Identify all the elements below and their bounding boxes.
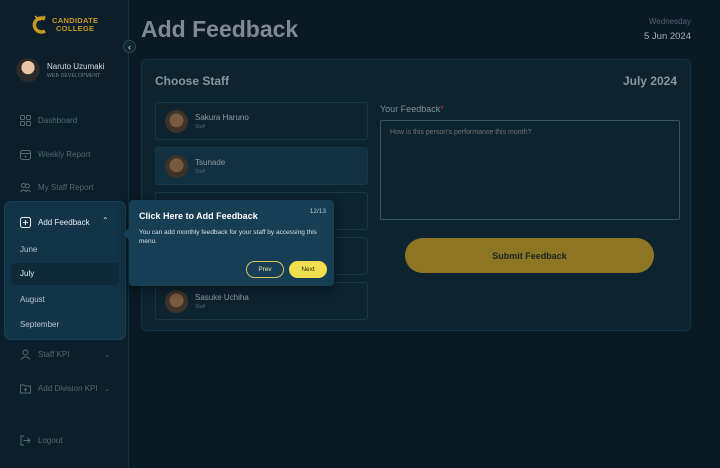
avatar [165, 289, 188, 313]
chevron-up-icon: ⌃ [102, 216, 109, 225]
calendar-icon [20, 149, 31, 160]
logout-icon [20, 435, 31, 446]
chevron-left-icon: ‹ [128, 41, 131, 52]
staff-name: Sakura Haruno [195, 112, 249, 122]
sidebar-item-staff-kpi[interactable]: Staff KPI ⌄ [20, 349, 110, 360]
sidebar-item-label: Staff KPI [38, 350, 70, 359]
logout-button[interactable]: Logout [20, 435, 62, 446]
users-icon [20, 182, 31, 193]
staff-role: Staff [195, 123, 206, 130]
collapse-sidebar-button[interactable]: ‹ [123, 40, 136, 53]
folder-plus-icon [20, 383, 31, 394]
avatar [165, 109, 188, 133]
avatar [165, 154, 188, 178]
sidebar-item-my-staff-report[interactable]: My Staff Report [20, 182, 93, 193]
staff-item-sakura[interactable]: Sakura Haruno Staff [155, 102, 368, 140]
sidebar-item-label: Weekly Report [38, 150, 91, 159]
feedback-textarea[interactable] [380, 120, 680, 220]
staff-role: Staff [195, 168, 206, 175]
chevron-down-icon: ⌄ [104, 351, 110, 359]
brand-logo[interactable]: CANDIDATE COLLEGE [32, 15, 98, 35]
sidebar-item-label: Dashboard [38, 116, 78, 125]
avatar [16, 58, 40, 82]
submenu-item-july[interactable]: July [11, 263, 119, 285]
tour-prev-button[interactable]: Prev [246, 261, 284, 278]
grid-icon [20, 115, 31, 126]
user-icon [20, 349, 31, 360]
current-day: Wednesday [648, 17, 691, 26]
sidebar-item-label: Add Division KPI [38, 384, 98, 393]
staff-item-tsunade[interactable]: Tsunade Staff [155, 147, 368, 185]
sidebar-item-add-feedback[interactable]: Add Feedback ⌃ [20, 216, 109, 228]
page-title: Add Feedback [141, 16, 299, 42]
feedback-label-text: Your Feedback [380, 104, 441, 114]
tour-tooltip: Click Here to Add Feedback 12/13 You can… [123, 200, 334, 286]
logout-label: Logout [38, 436, 63, 445]
user-profile[interactable]: Naruto Uzumaki WEB DEVELOPMENT [16, 58, 104, 82]
staff-name: Sasuke Uchiha [195, 292, 249, 302]
brand-name-line2: COLLEGE [55, 24, 95, 33]
submenu-item-june[interactable]: June [20, 245, 37, 254]
sidebar-item-label: My Staff Report [38, 183, 94, 192]
tour-arrow [123, 228, 129, 240]
feedback-card: Choose Staff July 2024 Sakura Haruno Sta… [141, 59, 691, 331]
choose-staff-title: Choose Staff [155, 74, 230, 88]
college-logo-icon [32, 15, 48, 35]
sidebar-item-weekly-report[interactable]: Weekly Report [20, 149, 90, 160]
add-feedback-submenu: Add Feedback ⌃ June July August Septembe… [5, 202, 125, 339]
profile-name: Naruto Uzumaki [47, 61, 105, 71]
submenu-item-september[interactable]: September [20, 320, 59, 329]
month-label: July 2024 [622, 74, 677, 88]
staff-item-sasuke[interactable]: Sasuke Uchiha Staff [155, 282, 368, 320]
tour-body: You can add monthly feedback for your st… [139, 229, 317, 245]
submenu-item-august[interactable]: August [20, 295, 45, 304]
sidebar-item-label: Add Feedback [38, 218, 90, 227]
tour-next-button[interactable]: Next [289, 261, 327, 278]
staff-role: Staff [195, 303, 206, 310]
profile-role: WEB DEVELOPMENT [47, 72, 101, 79]
staff-name: Tsunade [195, 157, 226, 167]
brand-name: CANDIDATE COLLEGE [52, 17, 98, 33]
submit-feedback-button[interactable]: Submit Feedback [405, 238, 654, 273]
feedback-label: Your Feedback* [380, 104, 444, 114]
tour-step-count: 12/13 [309, 208, 326, 215]
required-marker: * [440, 104, 444, 114]
tour-title: Click Here to Add Feedback [139, 211, 258, 221]
sidebar-item-dashboard[interactable]: Dashboard [20, 115, 77, 126]
current-date: 5 Jun 2024 [643, 31, 691, 42]
chevron-down-icon: ⌄ [104, 385, 110, 393]
plus-square-icon [20, 217, 31, 228]
sidebar-item-add-division-kpi[interactable]: Add Division KPI ⌄ [20, 383, 110, 394]
